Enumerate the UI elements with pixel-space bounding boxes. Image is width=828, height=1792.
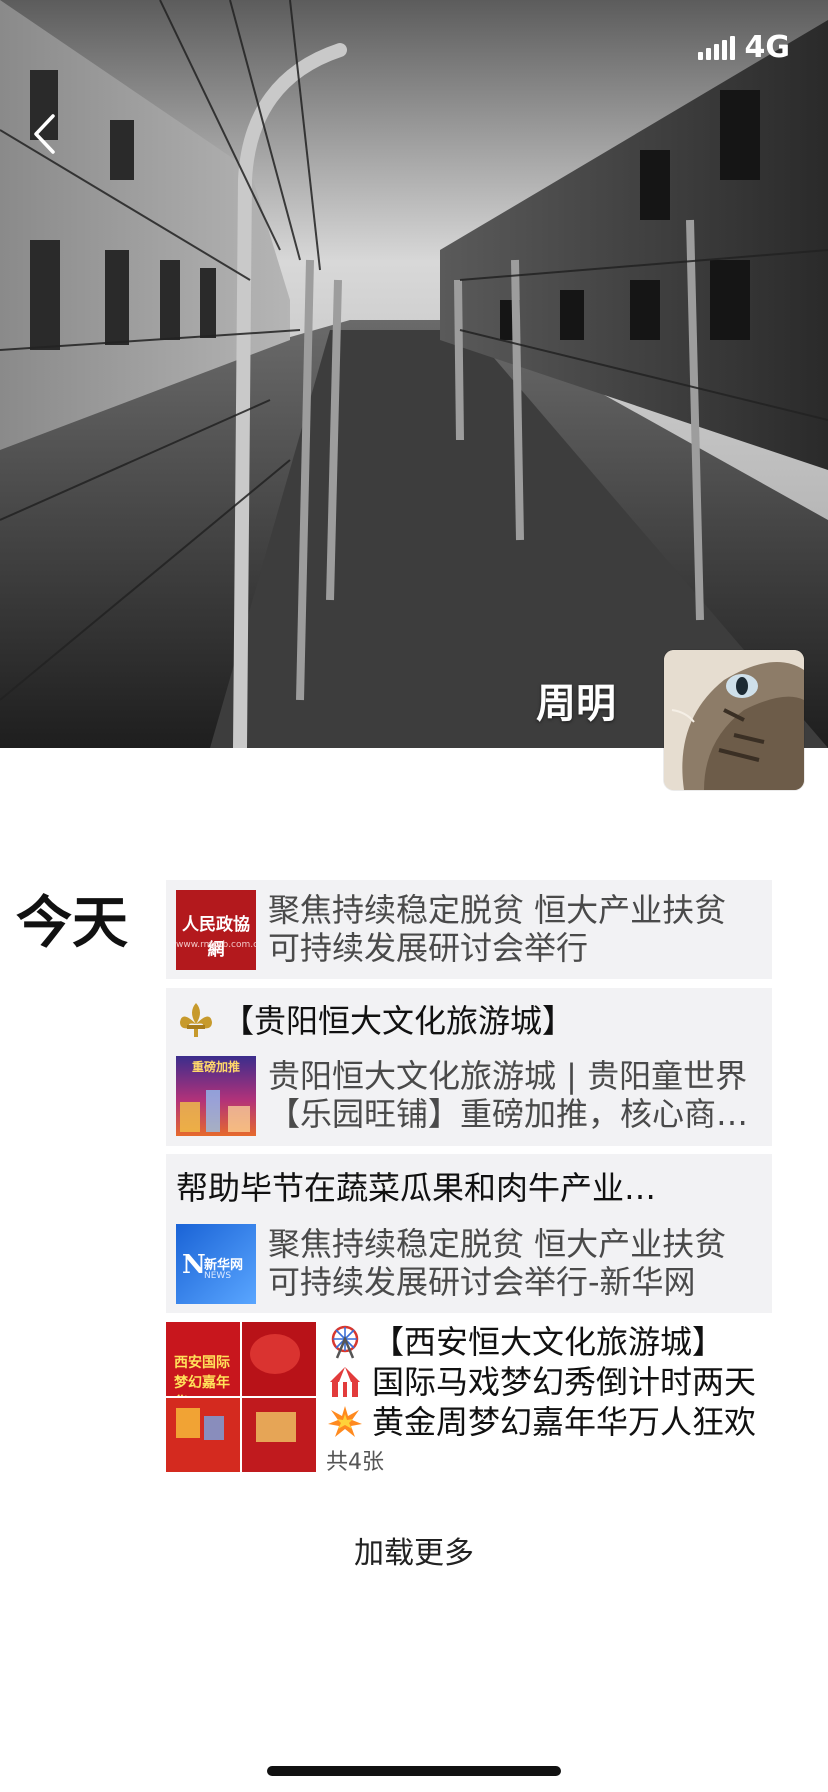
thumbnail-url-text: www.rmzxb.com.cn [176, 940, 256, 950]
fleur-de-lis-icon [180, 1003, 212, 1037]
signal-icon [697, 35, 735, 60]
thumbnail-logo-text: 人民政協網 [182, 915, 250, 960]
photo-post-text: 【西安恒大文化旅游城】 国际马戏梦幻秀倒计时两天 黄金周梦幻嘉年华万人狂欢 [326, 1322, 772, 1442]
link-title: 聚焦持续稳定脱贫 恒大产业扶贫可持续发展研讨会举行 [268, 891, 727, 967]
status-bar: 4G [697, 30, 791, 65]
network-label: 4G [744, 30, 791, 65]
ferris-wheel-icon [326, 1323, 364, 1361]
link-title: 贵阳恒大文化旅游城 | 贵阳童世界【乐园旺铺】重磅加推，核心商业火热来袭 [268, 1057, 749, 1133]
photo-thumbnail[interactable] [242, 1322, 316, 1396]
explosion-icon [326, 1403, 364, 1441]
photo-caption: 西安国际梦幻嘉年华 [174, 1352, 240, 1396]
post-text-line: 黄金周梦幻嘉年华万人狂欢 [326, 1402, 772, 1442]
link-thumbnail: N 新华网 NEWS [176, 1224, 256, 1304]
cover-scene-image [0, 0, 828, 748]
day-label: 今天 [16, 891, 128, 956]
photo-thumbnail[interactable] [166, 1398, 240, 1472]
link-title: 聚焦持续稳定脱贫 恒大产业扶贫可持续发展研讨会举行-新华网 [268, 1225, 727, 1301]
post-text-line: 国际马戏梦幻秀倒计时两天 [326, 1362, 772, 1402]
photo-thumbnail[interactable]: 西安国际梦幻嘉年华 [166, 1322, 240, 1396]
thumbnail-sub-text: NEWS [204, 1271, 232, 1281]
photo-grid[interactable]: 西安国际梦幻嘉年华 [166, 1322, 316, 1472]
post-text: 帮助毕节在蔬菜瓜果和肉牛产业… [176, 1169, 657, 1207]
link-thumbnail: 人民政協網 www.rmzxb.com.cn [176, 890, 256, 970]
feed-item-text-link-card[interactable]: 帮助毕节在蔬菜瓜果和肉牛产业… N 新华网 NEWS 聚焦持续稳定脱贫 恒大产业… [166, 1154, 772, 1313]
link-thumbnail: 重磅加推 [176, 1056, 256, 1136]
feed-item-photo-post[interactable]: 西安国际梦幻嘉年华 【西安恒大文化旅游城】 国际马戏梦幻秀倒计时两天 黄金周梦幻 [166, 1322, 772, 1475]
post-text-line: 【西安恒大文化旅游城】 [326, 1322, 772, 1362]
cat-avatar-image [664, 650, 804, 790]
photo-thumbnail[interactable] [242, 1398, 316, 1472]
back-button[interactable] [22, 106, 66, 162]
post-text-row: 【贵阳恒大文化旅游城】 [176, 1000, 758, 1041]
thumbnail-caption: 重磅加推 [191, 1060, 240, 1074]
photo-count: 共4张 [326, 1450, 384, 1475]
load-more-button[interactable]: 加载更多 [0, 1528, 828, 1572]
feed-item-link-card[interactable]: 人民政協網 www.rmzxb.com.cn 聚焦持续稳定脱贫 恒大产业扶贫可持… [166, 880, 772, 979]
profile-name[interactable]: 周明 [536, 678, 616, 730]
circus-tent-icon [326, 1363, 364, 1401]
chevron-left-icon [34, 114, 55, 154]
feed-item-text-link-card[interactable]: 【贵阳恒大文化旅游城】 重磅加推 贵阳恒大文化旅游城 | 贵阳童世界【乐园旺铺】… [166, 988, 772, 1146]
home-indicator[interactable] [267, 1766, 561, 1776]
avatar[interactable] [664, 650, 804, 790]
post-text: 【贵阳恒大文化旅游城】 [222, 1002, 575, 1040]
cover-photo[interactable]: 4G 周明 [0, 0, 828, 748]
